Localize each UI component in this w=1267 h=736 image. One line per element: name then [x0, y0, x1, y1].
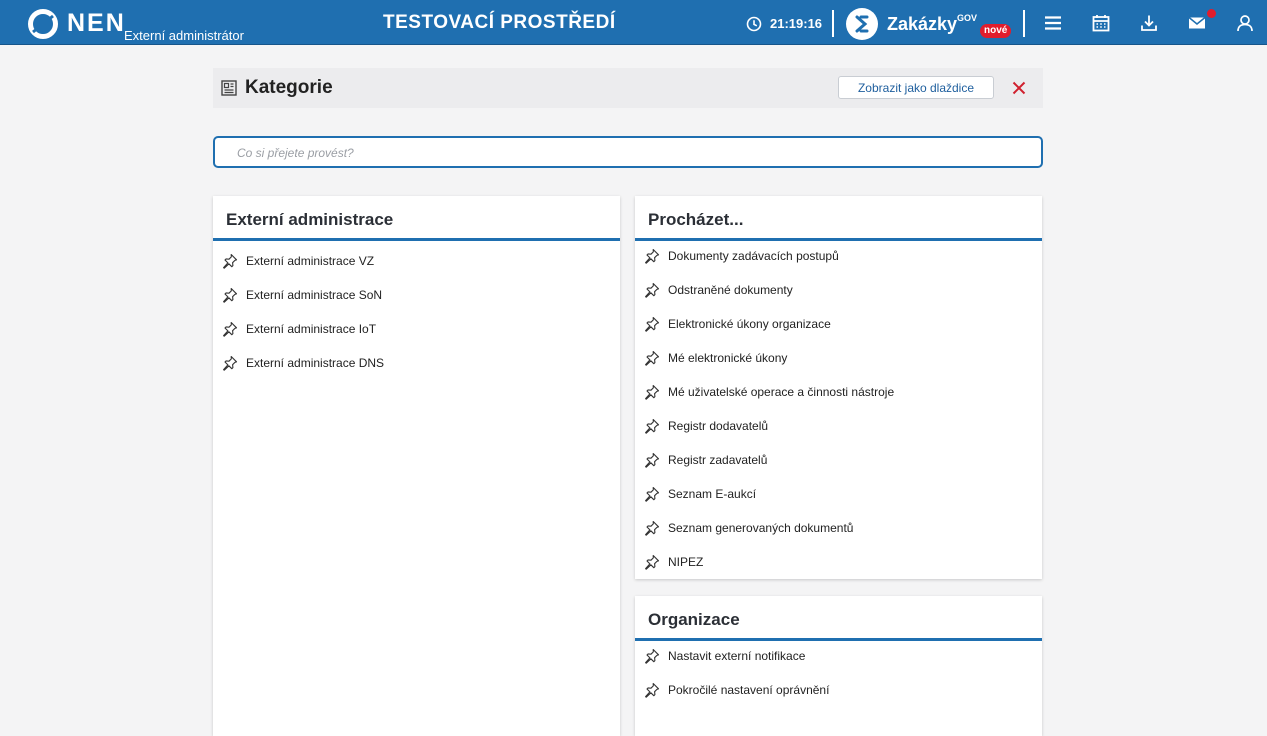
pin-icon[interactable] [644, 384, 660, 400]
pin-icon[interactable] [644, 350, 660, 366]
list-item-label: Externí administrace IoT [246, 322, 377, 336]
panel-title: Externí administrace [226, 210, 394, 229]
nen-logo-icon[interactable] [27, 8, 59, 40]
list-item[interactable]: Elektronické úkony organizace [635, 307, 1042, 341]
list-item[interactable]: Seznam generovaných dokumentů [635, 511, 1042, 545]
panel-browse: Procházet... Dokumenty zadávacích postup… [635, 196, 1042, 579]
header-divider [832, 10, 834, 37]
calendar-icon[interactable] [1091, 13, 1111, 33]
panel-title: Procházet... [648, 210, 744, 229]
pin-icon[interactable] [644, 418, 660, 434]
user-role: Externí administrátor [124, 28, 244, 43]
list-item[interactable]: Mé elektronické úkony [635, 341, 1042, 375]
list-item[interactable]: Odstraněné dokumenty [635, 273, 1042, 307]
list-item[interactable]: Externí administrace IoT [213, 312, 620, 346]
menu-icon[interactable] [1043, 13, 1063, 33]
item-list: Nastavit externí notifikace Pokročilé nas… [635, 639, 1042, 707]
list-item[interactable]: Mé uživatelské operace a činnosti nástro… [635, 375, 1042, 409]
list-item-label: Seznam generovaných dokumentů [668, 521, 854, 535]
pin-icon[interactable] [222, 287, 238, 303]
panel-header: Organizace [635, 596, 1042, 641]
session-time: 21:19:16 [770, 16, 823, 31]
zakazky-link[interactable]: Zakázky [887, 13, 957, 35]
list-item-label: Dokumenty zadávacích postupů [668, 249, 839, 263]
list-item[interactable]: Registr dodavatelů [635, 409, 1042, 443]
panel-external-admin: Externí administrace Externí administrac… [213, 196, 620, 736]
pin-icon[interactable] [222, 321, 238, 337]
pin-icon[interactable] [222, 355, 238, 371]
panel-title: Organizace [648, 610, 740, 629]
pin-icon[interactable] [644, 486, 660, 502]
clock-icon [746, 16, 762, 32]
user-icon[interactable] [1235, 13, 1255, 33]
show-as-tiles-button[interactable]: Zobrazit jako dlaždice [838, 76, 994, 99]
pin-icon[interactable] [222, 253, 238, 269]
item-list: Externí administrace VZ Externí administr… [213, 244, 620, 380]
list-item-label: Mé uživatelské operace a činnosti nástro… [668, 385, 895, 399]
list-item[interactable]: Dokumenty zadávacích postupů [635, 239, 1042, 273]
zakazky-gov-label: GOV [957, 13, 978, 23]
category-icon [221, 80, 237, 96]
list-item-label: Externí administrace SoN [246, 288, 383, 302]
category-header: Kategorie Zobrazit jako dlaždice [213, 68, 1043, 108]
list-item-label: Nastavit externí notifikace [668, 649, 806, 663]
item-list: Dokumenty zadávacích postupů Odstraněné d… [635, 239, 1042, 579]
pin-icon[interactable] [644, 648, 660, 664]
list-item-label: Mé elektronické úkony [668, 351, 788, 365]
list-item[interactable]: Externí administrace DNS [213, 346, 620, 380]
list-item-label: Externí administrace DNS [246, 356, 385, 370]
mail-icon[interactable] [1187, 13, 1207, 33]
list-item[interactable]: NIPEZ [635, 545, 1042, 579]
pin-icon[interactable] [644, 452, 660, 468]
list-item-label: Registr zadavatelů [668, 453, 768, 467]
close-icon[interactable] [1011, 80, 1027, 96]
list-item-label: NIPEZ [668, 555, 704, 569]
panel-header: Procházet... [635, 196, 1042, 241]
list-item[interactable]: Externí administrace SoN [213, 278, 620, 312]
pin-icon[interactable] [644, 248, 660, 264]
list-item[interactable]: Nastavit externí notifikace [635, 639, 1042, 673]
search-box [213, 136, 1043, 168]
list-item-label: Externí administrace VZ [246, 254, 375, 268]
list-item[interactable]: Pokročilé nastavení oprávnění [635, 673, 1042, 707]
list-item-label: Pokročilé nastavení oprávnění [668, 683, 830, 697]
pin-icon[interactable] [644, 682, 660, 698]
list-item-label: Seznam E-aukcí [668, 487, 757, 501]
search-input[interactable] [235, 138, 1019, 168]
list-item-label: Registr dodavatelů [668, 419, 769, 433]
header-divider [1023, 10, 1025, 37]
logo-text[interactable]: NEN [67, 9, 126, 37]
list-item[interactable]: Registr zadavatelů [635, 443, 1042, 477]
pin-icon[interactable] [644, 282, 660, 298]
pin-icon[interactable] [644, 316, 660, 332]
list-item-label: Odstraněné dokumenty [668, 283, 793, 297]
list-item-label: Elektronické úkony organizace [668, 317, 831, 331]
list-item[interactable]: Seznam E-aukcí [635, 477, 1042, 511]
pin-icon[interactable] [644, 554, 660, 570]
zakazky-logo-icon[interactable] [846, 8, 878, 40]
download-icon[interactable] [1139, 13, 1159, 33]
top-bar: NEN Externí administrátor TESTOVACÍ PROS… [0, 0, 1267, 45]
panel-organization: Organizace Nastavit externí notifikace Po… [635, 596, 1042, 736]
notification-dot [1207, 9, 1216, 18]
list-item[interactable]: Externí administrace VZ [213, 244, 620, 278]
panel-header: Externí administrace [213, 196, 620, 241]
new-badge: nové [980, 24, 1012, 38]
page-title: Kategorie [245, 77, 333, 98]
environment-title: TESTOVACÍ PROSTŘEDÍ [383, 12, 616, 33]
pin-icon[interactable] [644, 520, 660, 536]
